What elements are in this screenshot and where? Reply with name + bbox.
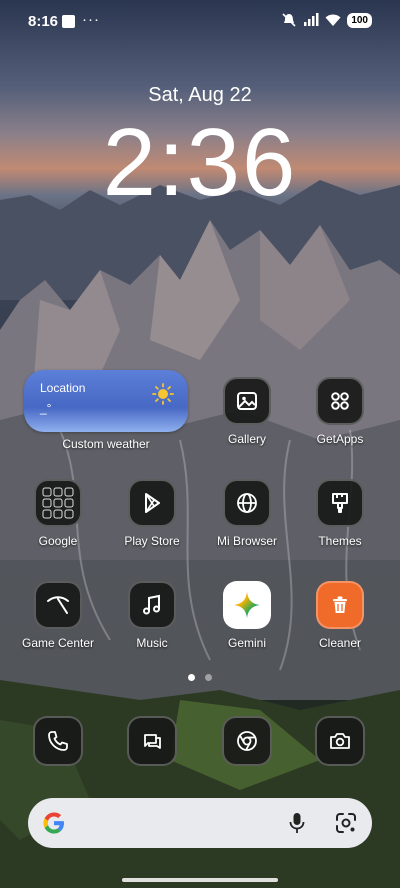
page-indicator (0, 674, 400, 681)
app-label: Themes (318, 534, 362, 548)
globe-icon (223, 479, 271, 527)
dock-camera[interactable] (292, 716, 388, 766)
brush-icon (316, 479, 364, 527)
app-label: Game Center (21, 636, 95, 650)
phone-icon (33, 716, 83, 766)
trash-icon (316, 581, 364, 629)
google-search-bar[interactable] (28, 798, 372, 848)
status-time: 8:16 (28, 13, 59, 30)
messages-icon (127, 716, 177, 766)
microphone-icon[interactable] (286, 811, 308, 835)
page-dot-active[interactable] (188, 674, 195, 681)
status-icons: 100 (281, 12, 372, 28)
app-cleaner[interactable]: Cleaner (292, 581, 388, 650)
lens-icon[interactable] (334, 811, 358, 835)
clock-time: 2:36 (102, 109, 298, 216)
google-g-icon (43, 812, 64, 834)
page-dot[interactable] (205, 674, 212, 681)
signal-icon (304, 13, 319, 26)
app-label: Cleaner (318, 636, 362, 650)
sun-icon (152, 383, 174, 405)
app-gemini[interactable]: Gemini (199, 581, 295, 650)
app-themes[interactable]: Themes (292, 479, 388, 548)
app-getapps[interactable]: GetApps (292, 377, 388, 446)
notification-icon (62, 15, 75, 28)
chrome-icon (222, 716, 272, 766)
app-label: Gallery (227, 432, 266, 446)
play-store-icon (128, 479, 176, 527)
home-indicator[interactable] (122, 878, 278, 882)
google-folder-icon (34, 479, 82, 527)
battery-indicator: 100 (347, 12, 372, 28)
weather-widget[interactable]: Location _° (24, 370, 188, 432)
app-label: Google (38, 534, 78, 548)
date-label: Sat, Aug 22 (148, 84, 252, 106)
app-play-store[interactable]: Play Store (104, 479, 200, 548)
weather-location: Location (40, 381, 86, 395)
app-gallery[interactable]: Gallery (199, 377, 295, 446)
status-bar: 8:16 ··· 100 (0, 0, 400, 44)
app-label: Mi Browser (216, 534, 277, 548)
gallery-icon (223, 377, 271, 425)
app-google-folder[interactable]: Google (10, 479, 106, 548)
app-label: Play Store (124, 534, 180, 548)
weather-temperature: _° (40, 401, 52, 415)
more-notifications-icon: ··· (82, 11, 100, 28)
dock-phone[interactable] (10, 716, 106, 766)
app-label: GetApps (316, 432, 364, 446)
app-label: Music (136, 636, 168, 650)
app-music[interactable]: Music (104, 581, 200, 650)
wifi-icon (325, 14, 341, 26)
app-mi-browser[interactable]: Mi Browser (199, 479, 295, 548)
weather-widget-label: Custom weather (62, 437, 150, 451)
app-game-center[interactable]: Game Center (10, 581, 106, 650)
music-note-icon (128, 581, 176, 629)
dock-chrome[interactable] (199, 716, 295, 766)
gemini-icon (223, 581, 271, 629)
mute-icon (282, 13, 296, 27)
app-label: Gemini (227, 636, 266, 650)
dock-messages[interactable] (104, 716, 200, 766)
camera-icon (315, 716, 365, 766)
game-center-icon (34, 581, 82, 629)
getapps-icon (316, 377, 364, 425)
